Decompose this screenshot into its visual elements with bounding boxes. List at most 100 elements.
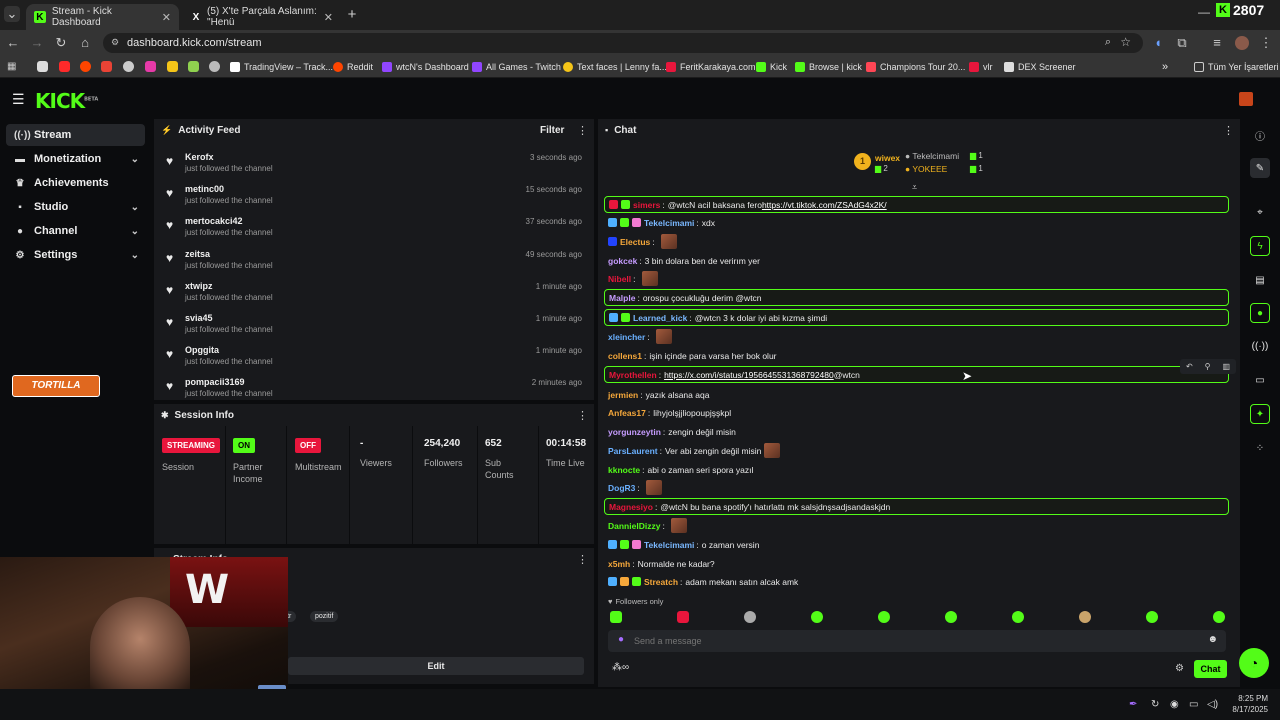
lightning-icon[interactable]: ϟ — [1250, 236, 1270, 256]
site-info-icon[interactable]: ⚙ — [111, 37, 119, 48]
chat-settings-icon[interactable]: ⚙ — [1175, 663, 1184, 674]
chat-message[interactable]: x5mh: Normalde ne kadar? — [604, 555, 1229, 572]
send-chat-button[interactable]: Chat — [1194, 660, 1227, 678]
reddit-bookmark-icon[interactable] — [80, 61, 91, 72]
chat-message[interactable]: Myrothellen: https://x.com/i/status/19566… — [604, 366, 1229, 383]
bookmark-vlr[interactable]: vlr — [969, 60, 993, 74]
sync-icon[interactable]: ↻ — [1151, 699, 1159, 710]
chat-message-input[interactable] — [634, 632, 1194, 650]
gmail-bookmark-icon[interactable] — [101, 61, 112, 72]
user-avatar[interactable] — [1239, 92, 1253, 106]
sidebar-item-stream[interactable]: ((·)) Stream — [6, 124, 145, 146]
chat-username[interactable]: Streatch — [644, 577, 678, 587]
zoom-icon[interactable]: ⌕ — [1105, 36, 1111, 49]
new-tab-button[interactable]: + — [344, 7, 360, 23]
chat-message[interactable]: DannielDizzy: — [604, 517, 1229, 534]
chat-message[interactable]: ParsLaurent: Ver abi zengin değil misin — [604, 442, 1229, 459]
emote-icon[interactable] — [610, 611, 622, 623]
url-field[interactable]: ⚙ dashboard.kick.com/stream ⌕ ☆ — [103, 33, 1143, 53]
chat-username[interactable]: Magnesiyo — [609, 502, 653, 512]
reload-icon[interactable]: ↻ — [53, 35, 69, 51]
emote-icon[interactable] — [878, 611, 890, 623]
bookmark-text-faces[interactable]: Text faces | Lenny fa... — [563, 60, 667, 74]
kick-logo[interactable]: KICKBETA — [35, 89, 98, 113]
tab-kick-dashboard[interactable]: K Stream - Kick Dashboard ✕ — [26, 4, 179, 30]
more-options-icon[interactable]: ⋮ — [577, 553, 588, 566]
extension-icon[interactable]: ◖ — [1150, 35, 1166, 51]
feather-icon[interactable]: ✒ — [1129, 699, 1137, 710]
chat-username[interactable]: jermien — [608, 390, 638, 400]
leaderboard-entry[interactable]: ● Tekelcimami — [905, 151, 959, 161]
emote-icon[interactable] — [1146, 611, 1158, 623]
emote-icon[interactable] — [945, 611, 957, 623]
bookmark-kick[interactable]: Kick — [756, 60, 787, 74]
bookmark-feritkarakaya[interactable]: FeritKarakaya.com — [666, 60, 756, 74]
close-tab-icon[interactable]: ✕ — [162, 11, 171, 24]
chat-message[interactable]: kknocte: abi o zaman seri spora yazıl — [604, 461, 1229, 478]
volume-icon[interactable]: ◁) — [1207, 699, 1218, 710]
monitor-icon[interactable]: ▭ — [1189, 699, 1198, 710]
chat-message[interactable]: collens1: işin içinde para varsa her bok … — [604, 347, 1229, 364]
menu-hamburger-icon[interactable]: ☰ — [12, 91, 25, 108]
emote-icon[interactable] — [1079, 611, 1091, 623]
points-icon[interactable]: ⁂∞ — [612, 662, 629, 673]
chat-message[interactable]: DogR3: — [604, 479, 1229, 496]
chat-message[interactable]: jermien: yazık alsana aqa — [604, 386, 1229, 403]
all-bookmarks-folder[interactable]: Tüm Yer İşaretleri — [1194, 60, 1279, 74]
chat-message[interactable]: Tekelcimami: o zaman versin — [604, 536, 1229, 553]
chat-username[interactable]: Myrothellen — [609, 370, 657, 380]
home-icon[interactable]: ⌂ — [77, 35, 93, 51]
extensions-puzzle-icon[interactable]: ⧉ — [1174, 35, 1190, 51]
forward-icon[interactable]: → — [29, 35, 45, 51]
chat-username[interactable]: Electus — [620, 237, 650, 247]
youtube-bookmark-icon[interactable] — [59, 61, 70, 72]
monitor-icon[interactable]: ▭ — [1250, 370, 1270, 390]
minimize-icon[interactable]: — — [1198, 5, 1210, 19]
pin-icon[interactable]: ⚲ — [1205, 362, 1211, 371]
more-options-icon[interactable]: ⋮ — [577, 124, 588, 137]
bookmark-browse-kick[interactable]: Browse | kick — [795, 60, 862, 74]
globe-bookmark-icon[interactable] — [209, 61, 220, 72]
chat-username[interactable]: DannielDizzy — [608, 521, 660, 531]
bookmark-twitch[interactable]: All Games - Twitch — [472, 60, 561, 74]
chat-message[interactable]: xleincher: — [604, 328, 1229, 345]
tab-x[interactable]: X (5) X'te Parçala Aslanım: "Henü ✕ — [183, 4, 341, 30]
browser-menu-icon[interactable]: ⋮ — [1258, 35, 1274, 51]
chat-username[interactable]: Nibell — [608, 274, 631, 284]
chat-bubble-icon[interactable]: ● — [1250, 303, 1270, 323]
emote-icon[interactable] — [811, 611, 823, 623]
chat-message[interactable]: Streatch: adam mekanı satın alcak amk — [604, 573, 1229, 590]
chat-link[interactable]: https://x.com/i/status/19566455313687924… — [664, 370, 834, 380]
wrench-icon[interactable]: ✦ — [1250, 404, 1270, 424]
emote-icon[interactable] — [677, 611, 689, 623]
chat-username[interactable]: gokcek — [608, 256, 637, 266]
bookmark-dex-screener[interactable]: DEX Screener — [1004, 60, 1076, 74]
undo-icon[interactable]: ↶ — [1186, 362, 1193, 371]
imdb-bookmark-icon[interactable] — [167, 61, 178, 72]
chat-message[interactable]: Anfeas17: lihyjolşjjliopoupjşşkpl — [604, 404, 1229, 421]
bookmark-star-icon[interactable]: ☆ — [1120, 35, 1131, 49]
chat-username[interactable]: DogR3 — [608, 483, 635, 493]
bookmark-tradingview[interactable]: TradingView – Track... — [230, 60, 333, 74]
chat-username[interactable]: xleincher — [608, 332, 645, 342]
emote-icon[interactable] — [744, 611, 756, 623]
emoji-icon[interactable]: ☻ — [1207, 634, 1218, 645]
sidebar-item-monetization[interactable]: ▬ Monetization ⌄ — [6, 148, 145, 170]
clipboard-icon[interactable]: ▤ — [1250, 270, 1270, 290]
top-gifter-name[interactable]: wiwex — [875, 153, 900, 163]
filter-button[interactable]: Filter — [540, 125, 564, 136]
bookmarks-overflow-button[interactable]: » — [1162, 60, 1168, 74]
profile-avatar[interactable] — [1235, 36, 1249, 50]
y-bookmark-icon[interactable] — [145, 61, 156, 72]
more-options-icon[interactable]: ⋮ — [577, 409, 588, 422]
chat-message[interactable]: yorgunzeytin: zengin değil misin — [604, 423, 1229, 440]
chat-message[interactable]: Electus: — [604, 233, 1229, 250]
chat-username[interactable]: Tekelcimami — [644, 218, 694, 228]
chat-link[interactable]: https://vt.tiktok.com/ZSAdG4x2K/ — [762, 200, 887, 210]
github-bookmark-icon[interactable] — [123, 61, 134, 72]
nodes-icon[interactable]: ⁘ — [1250, 438, 1270, 458]
bookmark-icon[interactable] — [188, 61, 199, 72]
tab-search-button[interactable]: ⌄ — [4, 6, 20, 22]
media-control-icon[interactable]: ≡ — [1209, 35, 1225, 51]
chat-username[interactable]: kknocte — [608, 465, 640, 475]
